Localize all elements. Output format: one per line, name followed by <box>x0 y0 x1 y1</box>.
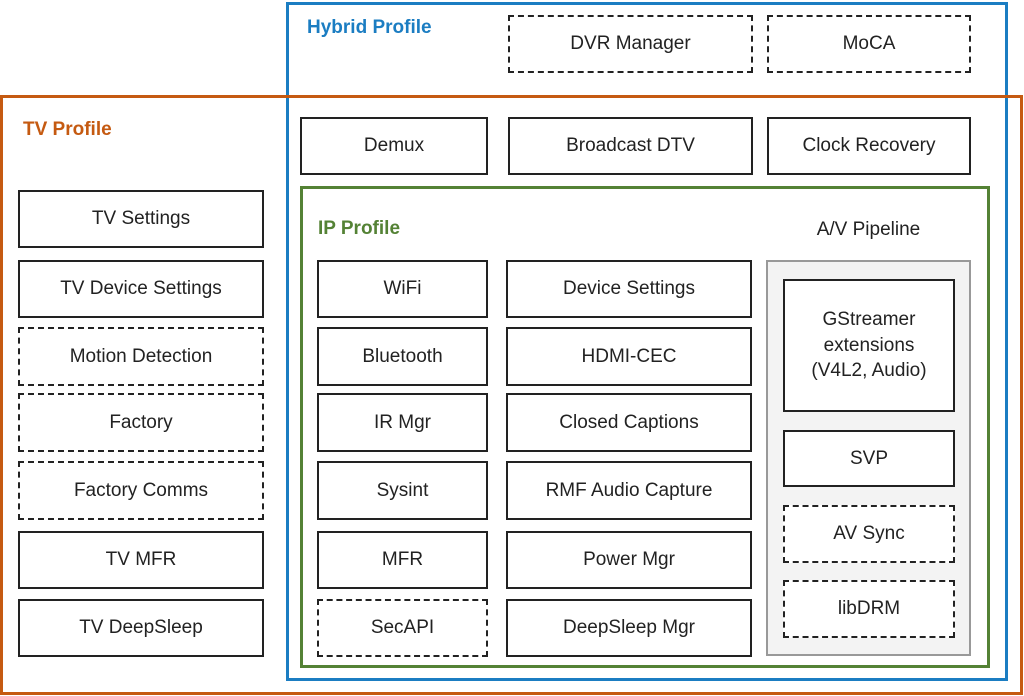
closed-captions-box: Closed Captions <box>506 393 752 452</box>
power-mgr-box: Power Mgr <box>506 531 752 589</box>
hdmi-cec-box: HDMI-CEC <box>506 327 752 386</box>
demux-box: Demux <box>300 117 488 175</box>
factory-comms-box: Factory Comms <box>18 461 264 520</box>
factory-box: Factory <box>18 393 264 452</box>
clock-recovery-box: Clock Recovery <box>767 117 971 175</box>
bluetooth-box: Bluetooth <box>317 327 488 386</box>
gstreamer-extensions-box: GStreamer extensions (V4L2, Audio) <box>783 279 955 412</box>
motion-detection-box: Motion Detection <box>18 327 264 386</box>
broadcast-dtv-box: Broadcast DTV <box>508 117 753 175</box>
tv-settings-box: TV Settings <box>18 190 264 248</box>
wifi-box: WiFi <box>317 260 488 318</box>
deepsleep-mgr-box: DeepSleep Mgr <box>506 599 752 657</box>
libdrm-box: libDRM <box>783 580 955 638</box>
mfr-box: MFR <box>317 531 488 589</box>
av-sync-box: AV Sync <box>783 505 955 563</box>
moca-box: MoCA <box>767 15 971 73</box>
sysint-box: Sysint <box>317 461 488 520</box>
svp-box: SVP <box>783 430 955 487</box>
device-settings-box: Device Settings <box>506 260 752 318</box>
hybrid-profile-title: Hybrid Profile <box>307 17 432 38</box>
tv-profile-title: TV Profile <box>23 119 112 140</box>
ip-profile-title: IP Profile <box>318 218 401 239</box>
dvr-manager-box: DVR Manager <box>508 15 753 73</box>
tv-device-settings-box: TV Device Settings <box>18 260 264 318</box>
tv-mfr-box: TV MFR <box>18 531 264 589</box>
rmf-audio-capture-box: RMF Audio Capture <box>506 461 752 520</box>
ir-mgr-box: IR Mgr <box>317 393 488 452</box>
tv-deepsleep-box: TV DeepSleep <box>18 599 264 657</box>
secapi-box: SecAPI <box>317 599 488 657</box>
av-pipeline-title: A/V Pipeline <box>816 219 921 240</box>
